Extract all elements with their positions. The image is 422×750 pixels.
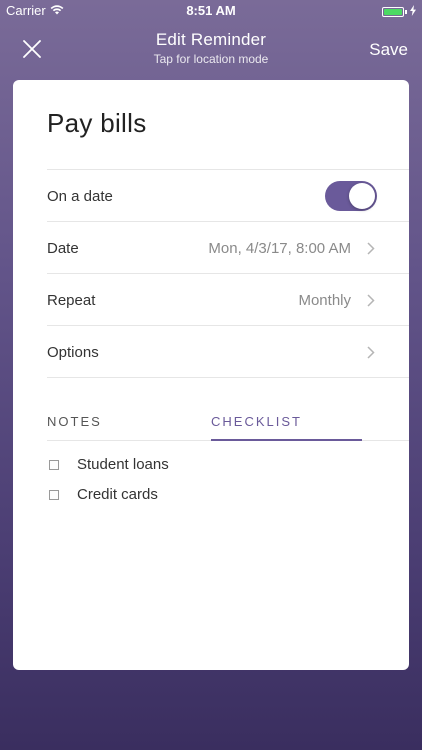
repeat-value: Monthly [298, 291, 351, 309]
page-subtitle: Tap for location mode [153, 52, 269, 66]
on-a-date-label: On a date [47, 187, 113, 205]
reminder-card: Pay bills On a date Date Mon, 4/3/17, 8:… [13, 80, 409, 670]
battery-cap [405, 9, 407, 14]
status-bar: Carrier 8:51 AM [0, 0, 422, 22]
date-value: Mon, 4/3/17, 8:00 AM [208, 239, 351, 257]
status-right [382, 4, 416, 19]
date-row[interactable]: Date Mon, 4/3/17, 8:00 AM [47, 221, 409, 274]
on-a-date-row: On a date [47, 169, 409, 222]
checklist-item: Credit cards [49, 486, 158, 503]
tab-checklist[interactable]: CHECKLIST [211, 414, 302, 429]
checklist-item-label[interactable]: Student loans [77, 456, 169, 473]
notes-checklist-tabs: NOTES CHECKLIST [47, 408, 409, 441]
checkbox[interactable] [49, 489, 59, 500]
charging-bolt-icon [410, 4, 416, 19]
checklist-item-label[interactable]: Credit cards [77, 486, 158, 503]
battery-fill [384, 8, 402, 15]
toggle-knob [349, 183, 375, 209]
close-icon [23, 39, 41, 63]
repeat-row[interactable]: Repeat Monthly [47, 273, 409, 326]
chevron-right-icon [361, 345, 381, 359]
save-button[interactable]: Save [369, 40, 408, 60]
options-label: Options [47, 343, 99, 361]
page-title: Edit Reminder [155, 30, 267, 49]
repeat-label: Repeat [47, 291, 96, 309]
location-mode-toggle[interactable]: Edit Reminder Tap for location mode [80, 30, 342, 66]
chevron-right-icon [361, 241, 381, 255]
options-row[interactable]: Options [47, 325, 409, 378]
date-label: Date [47, 239, 79, 257]
tab-notes[interactable]: NOTES [47, 414, 102, 429]
battery-icon [382, 6, 404, 17]
chevron-right-icon [361, 293, 381, 307]
checklist-item: Student loans [49, 456, 169, 473]
active-tab-indicator [211, 439, 362, 441]
on-a-date-toggle[interactable] [325, 181, 377, 211]
header: Edit Reminder Tap for location mode Save [0, 22, 422, 78]
row-divider [47, 377, 409, 378]
status-time: 8:51 AM [186, 3, 236, 18]
close-button[interactable] [14, 36, 50, 66]
reminder-title[interactable]: Pay bills [47, 108, 147, 139]
checkbox[interactable] [49, 459, 59, 470]
